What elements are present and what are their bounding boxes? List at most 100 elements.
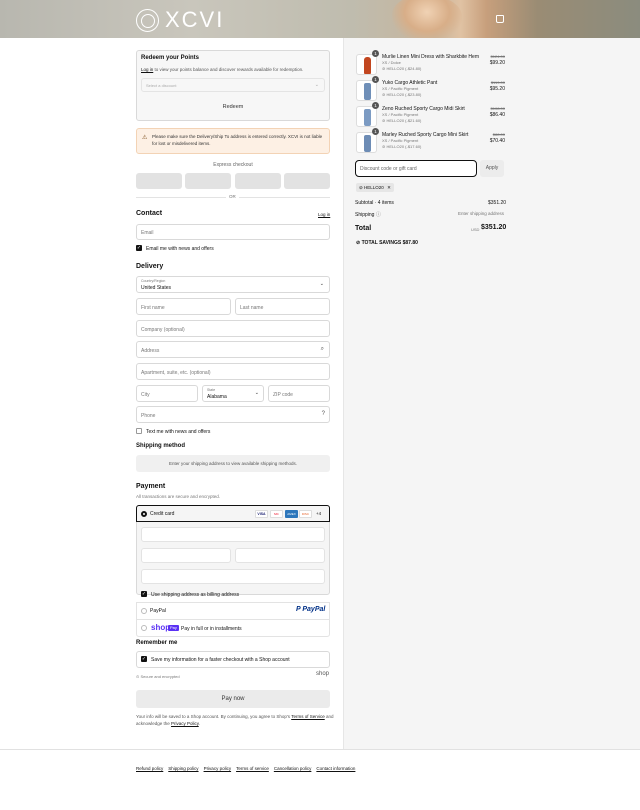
shipping-label: Shipping ⓘ bbox=[355, 212, 381, 218]
subtotal-value: $351.20 bbox=[488, 200, 507, 206]
legal-text: Your info will be saved to a Shop accoun… bbox=[136, 714, 334, 726]
bag-icon[interactable] bbox=[496, 15, 504, 23]
cancellation-policy-link[interactable]: Cancellation policy bbox=[274, 766, 312, 771]
banner-model-image bbox=[392, 0, 462, 38]
contact-login-link[interactable]: Log in bbox=[318, 212, 330, 217]
email-field[interactable]: Email bbox=[136, 224, 330, 240]
close-icon[interactable]: ✕ bbox=[387, 185, 391, 190]
express-button-4[interactable] bbox=[284, 173, 330, 189]
shop-pay-text: Pay in full or in installments bbox=[181, 626, 242, 632]
name-on-card-field[interactable] bbox=[141, 569, 325, 584]
lock-icon: ⊙ bbox=[136, 674, 140, 679]
redeem-button[interactable]: Redeem bbox=[141, 104, 325, 110]
news-checkbox[interactable]: ✓ bbox=[136, 245, 142, 251]
apply-button[interactable]: Apply bbox=[480, 160, 504, 177]
brand-logo[interactable]: XCVI bbox=[136, 7, 224, 33]
discover-icon: DISC bbox=[299, 510, 312, 518]
phone-field[interactable]: Phone ? bbox=[136, 406, 330, 423]
header-banner bbox=[0, 0, 640, 38]
address-field[interactable]: Address ⌕ bbox=[136, 341, 330, 358]
footer-links: Refund policy Shipping policy Privacy poli… bbox=[136, 757, 360, 775]
express-button-2[interactable] bbox=[185, 173, 231, 189]
first-name-field[interactable]: First name bbox=[136, 298, 231, 315]
product-price: $70.40 bbox=[489, 138, 505, 144]
product-original-price: $108.00 bbox=[490, 106, 505, 111]
city-field[interactable]: City bbox=[136, 385, 198, 402]
contact-information-link[interactable]: Contact information bbox=[316, 766, 355, 771]
discount-tag-label: HELLO20 bbox=[364, 185, 384, 190]
rewards-title: Redeem your Points bbox=[141, 55, 200, 61]
delivery-heading: Delivery bbox=[136, 263, 164, 270]
terms-link[interactable]: Terms of Service bbox=[291, 714, 325, 719]
company-field[interactable]: Company (optional) bbox=[136, 320, 330, 337]
quantity-badge: 1 bbox=[372, 102, 379, 109]
product-discount: ⊘ HELLO20 (-$21.60) bbox=[382, 118, 422, 123]
shipping-policy-link[interactable]: Shipping policy bbox=[168, 766, 198, 771]
shop-pay-badge: Pay bbox=[168, 625, 179, 631]
text-me-checkbox[interactable] bbox=[136, 428, 142, 434]
refund-policy-link[interactable]: Refund policy bbox=[136, 766, 163, 771]
privacy-policy-link[interactable]: Privacy policy bbox=[204, 766, 232, 771]
discount-tag: ⊘ HELLO20 ✕ bbox=[356, 183, 394, 192]
news-label: Email me with news and offers bbox=[146, 246, 214, 252]
info-icon[interactable]: ⓘ bbox=[376, 212, 381, 218]
product-variant: XS / Pacific Pigment bbox=[382, 86, 419, 91]
apartment-field[interactable]: Apartment, suite, etc. (optional) bbox=[136, 363, 330, 380]
product-original-price: $119.00 bbox=[490, 80, 505, 85]
product-price: $95.20 bbox=[489, 86, 505, 92]
total-value: $351.20 bbox=[481, 224, 507, 231]
rewards-login-link[interactable]: Log in bbox=[141, 67, 153, 72]
privacy-link[interactable]: Privacy Policy bbox=[171, 721, 199, 726]
help-icon[interactable]: ? bbox=[322, 411, 325, 417]
credit-card-label: Credit card bbox=[150, 511, 175, 517]
state-select[interactable]: State Alabama ⌄ bbox=[202, 385, 264, 402]
quantity-badge: 1 bbox=[372, 76, 379, 83]
credit-card-radio[interactable] bbox=[141, 511, 147, 517]
quantity-badge: 1 bbox=[372, 128, 379, 135]
express-button-3[interactable] bbox=[235, 173, 281, 189]
pay-now-button[interactable]: Pay now bbox=[136, 690, 330, 708]
product-variant: XS / Dolce bbox=[382, 60, 401, 65]
chevron-down-icon: ⌄ bbox=[314, 82, 319, 88]
security-code-field[interactable] bbox=[235, 548, 325, 563]
terms-of-service-link[interactable]: Terms of service bbox=[236, 766, 269, 771]
mastercard-icon: MC bbox=[270, 510, 283, 518]
express-button-1[interactable] bbox=[136, 173, 182, 189]
expiration-field[interactable] bbox=[141, 548, 231, 563]
warning-icon: ⚠ bbox=[142, 135, 148, 141]
phone-placeholder: Phone bbox=[141, 413, 156, 419]
card-number-field[interactable] bbox=[141, 527, 325, 542]
contact-heading: Contact bbox=[136, 210, 163, 217]
shop-pay-radio[interactable] bbox=[141, 625, 147, 631]
zip-placeholder: ZIP code bbox=[273, 392, 293, 398]
country-label: Country/Region bbox=[141, 279, 166, 283]
search-icon: ⌕ bbox=[320, 346, 324, 352]
shipping-value: Enter shipping address bbox=[458, 211, 505, 216]
rewards-discount-select[interactable]: Select a discount ⌄ bbox=[141, 78, 325, 92]
alert-text: Please make sure the Delivery/Ship To ad… bbox=[152, 134, 323, 146]
product-variant: XS / Pacific Pigment bbox=[382, 112, 419, 117]
last-name-field[interactable]: Last name bbox=[235, 298, 330, 315]
visa-icon: VISA bbox=[255, 510, 268, 518]
circle-logo-icon bbox=[136, 8, 159, 32]
company-placeholder: Company (optional) bbox=[141, 327, 185, 333]
chevron-down-icon: ⌄ bbox=[254, 390, 259, 396]
tag-icon: ⊘ bbox=[382, 144, 386, 149]
tag-icon: ⊘ bbox=[356, 240, 361, 246]
text-me-label: Text me with news and offers bbox=[146, 429, 211, 435]
shipping-method-message: Enter your shipping address to view avai… bbox=[136, 455, 330, 472]
product-thumbnail bbox=[356, 80, 377, 101]
zip-field[interactable]: ZIP code bbox=[268, 385, 330, 402]
paypal-radio[interactable] bbox=[141, 608, 147, 614]
save-info-checkbox[interactable]: ✓ bbox=[141, 656, 147, 662]
country-value: United States bbox=[141, 285, 172, 291]
tag-icon: ⊘ bbox=[382, 66, 386, 71]
city-placeholder: City bbox=[141, 392, 150, 398]
state-value: Alabama bbox=[207, 394, 227, 400]
country-select[interactable]: Country/Region United States ⌄ bbox=[136, 276, 330, 293]
billing-checkbox[interactable]: ✓ bbox=[141, 591, 147, 597]
product-thumbnail bbox=[356, 106, 377, 127]
or-divider-label: OR bbox=[226, 194, 239, 199]
discount-code-field[interactable]: Discount code or gift card bbox=[355, 160, 477, 177]
product-variant: XS / Pacific Pigment bbox=[382, 138, 419, 143]
